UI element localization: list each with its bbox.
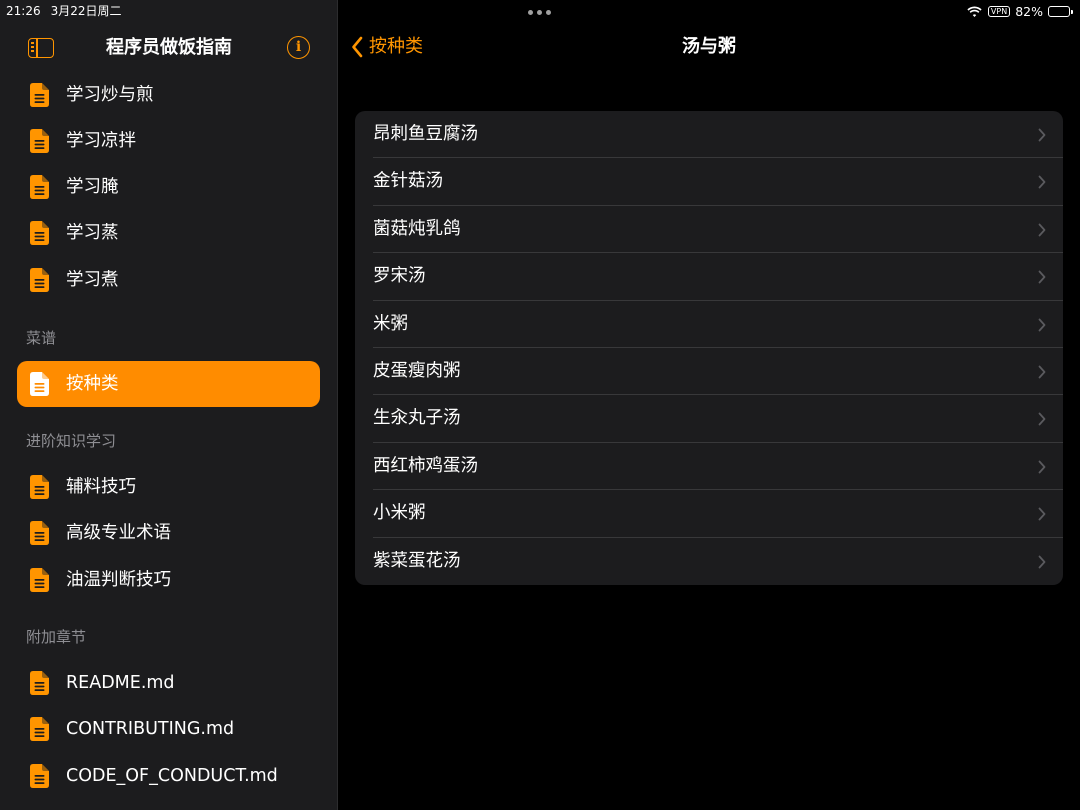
list-item[interactable]: 西红柿鸡蛋汤 bbox=[355, 443, 1063, 491]
sidebar-item-label: 油温判断技巧 bbox=[66, 570, 171, 590]
document-icon bbox=[30, 268, 49, 292]
back-button[interactable]: 按种类 bbox=[351, 34, 423, 60]
chevron-right-icon bbox=[1038, 555, 1046, 568]
sidebar-item-label: 学习炒与煎 bbox=[66, 85, 154, 105]
document-icon bbox=[30, 521, 49, 545]
sidebar-item-label: 高级专业术语 bbox=[66, 523, 171, 543]
wifi-icon bbox=[967, 6, 982, 17]
info-icon[interactable]: i bbox=[287, 36, 310, 59]
list-item[interactable]: 紫菜蛋花汤 bbox=[355, 538, 1063, 585]
sidebar-item-label: 学习凉拌 bbox=[66, 131, 136, 151]
document-icon bbox=[30, 83, 49, 107]
sidebar-item[interactable]: 学习腌 bbox=[17, 164, 320, 210]
sidebar-item[interactable]: CONTRIBUTING.md bbox=[17, 706, 320, 752]
document-icon bbox=[30, 568, 49, 592]
sidebar-section-header: 进阶知识学习 bbox=[26, 432, 117, 450]
list-item[interactable]: 皮蛋瘦肉粥 bbox=[355, 348, 1063, 396]
back-button-label: 按种类 bbox=[369, 36, 423, 57]
status-time: 21:26 bbox=[6, 4, 41, 18]
chevron-right-icon bbox=[1038, 223, 1046, 237]
document-icon bbox=[30, 372, 49, 396]
battery-icon bbox=[1048, 6, 1073, 17]
list-item-label: 小米粥 bbox=[373, 503, 426, 524]
chevron-right-icon bbox=[1038, 128, 1046, 142]
sidebar-item-label: 按种类 bbox=[66, 374, 119, 394]
list-item[interactable]: 昂刺鱼豆腐汤 bbox=[355, 111, 1063, 159]
list-item[interactable]: 生汆丸子汤 bbox=[355, 395, 1063, 443]
sidebar-item[interactable]: 高级专业术语 bbox=[17, 510, 320, 556]
sidebar-item[interactable]: 学习煮 bbox=[17, 257, 320, 303]
status-bar-left: 21:26 3月22日周二 bbox=[6, 3, 132, 19]
chevron-right-icon bbox=[1038, 412, 1046, 426]
list-item-label: 米粥 bbox=[373, 313, 408, 334]
chevron-right-icon bbox=[1038, 318, 1046, 331]
sidebar-item-label: 学习蒸 bbox=[66, 223, 119, 243]
list-item-label: 紫菜蛋花汤 bbox=[373, 550, 461, 571]
app-window: 21:26 3月22日周二 程序员做饭指南 i 学习炒与煎学习凉拌学习腌学习蒸学习… bbox=[0, 0, 1080, 810]
list-item-label: 菌菇炖乳鸽 bbox=[373, 218, 461, 239]
status-bar-right: VPN 82% bbox=[967, 3, 1073, 19]
list-item-label: 皮蛋瘦肉粥 bbox=[373, 360, 461, 381]
list-item-label: 金针菇汤 bbox=[373, 171, 443, 192]
sidebar-item[interactable]: 学习炒与煎 bbox=[17, 72, 320, 118]
list-item-label: 生汆丸子汤 bbox=[373, 408, 461, 429]
document-icon bbox=[30, 671, 49, 695]
list-item[interactable]: 菌菇炖乳鸽 bbox=[355, 206, 1063, 254]
sidebar-section-header: 附加章节 bbox=[26, 628, 87, 646]
detail-pane: VPN 82% 按种类 汤与粥 昂刺鱼豆腐汤 金针菇汤菌菇炖乳鸽罗宋汤米粥皮蛋瘦肉粥… bbox=[339, 0, 1080, 810]
sidebar-item[interactable]: 学习蒸 bbox=[17, 210, 320, 256]
chevron-left-icon bbox=[352, 36, 363, 58]
list-item-label: 西红柿鸡蛋汤 bbox=[373, 455, 478, 476]
list-item-label: 罗宋汤 bbox=[373, 266, 426, 287]
chevron-right-icon bbox=[1038, 365, 1046, 379]
list-item[interactable]: 米粥 bbox=[355, 301, 1063, 348]
sidebar-item-label: README.md bbox=[66, 673, 175, 693]
vpn-badge: VPN bbox=[987, 6, 1011, 17]
sidebar-section-header: 菜谱 bbox=[26, 329, 57, 347]
document-icon bbox=[30, 475, 49, 499]
sidebar-item[interactable]: 按种类 bbox=[17, 361, 320, 407]
document-icon bbox=[30, 221, 49, 245]
sidebar-item[interactable]: README.md bbox=[17, 660, 320, 706]
sidebar-toggle-icon[interactable] bbox=[28, 38, 54, 58]
document-icon bbox=[30, 764, 49, 788]
sidebar-item[interactable]: 油温判断技巧 bbox=[17, 557, 320, 603]
sidebar-item[interactable]: CODE_OF_CONDUCT.md bbox=[17, 753, 320, 799]
list-item[interactable]: 小米粥 bbox=[355, 490, 1063, 538]
chevron-right-icon bbox=[1038, 175, 1046, 189]
sidebar-item-label: 学习腌 bbox=[66, 177, 119, 197]
list-item-label: 昂刺鱼豆腐汤 bbox=[373, 124, 478, 144]
sidebar: 21:26 3月22日周二 程序员做饭指南 i 学习炒与煎学习凉拌学习腌学习蒸学习… bbox=[0, 0, 338, 810]
sidebar-item-label: CODE_OF_CONDUCT.md bbox=[66, 766, 278, 786]
sidebar-item-label: CONTRIBUTING.md bbox=[66, 719, 235, 739]
sidebar-item-label: 学习煮 bbox=[66, 270, 119, 290]
battery-percentage: 82% bbox=[1015, 3, 1043, 19]
sidebar-item[interactable]: 辅料技巧 bbox=[17, 464, 320, 510]
sidebar-nav-bar: 程序员做饭指南 i bbox=[0, 26, 337, 72]
chevron-right-icon bbox=[1038, 507, 1046, 521]
multitasking-dots-icon[interactable] bbox=[528, 10, 552, 16]
document-icon bbox=[30, 175, 49, 199]
chevron-right-icon bbox=[1038, 270, 1046, 284]
list-item[interactable]: 罗宋汤 bbox=[355, 253, 1063, 301]
status-date: 3月22日周二 bbox=[50, 4, 122, 18]
recipe-list: 昂刺鱼豆腐汤 金针菇汤菌菇炖乳鸽罗宋汤米粥皮蛋瘦肉粥生汆丸子汤西红柿鸡蛋汤 小米粥紫… bbox=[355, 111, 1063, 585]
chevron-right-icon bbox=[1038, 460, 1046, 474]
document-icon bbox=[30, 129, 49, 153]
sidebar-item-label: 辅料技巧 bbox=[66, 477, 136, 497]
page-title: 汤与粥 bbox=[682, 36, 736, 57]
list-item[interactable]: 金针菇汤 bbox=[355, 158, 1063, 206]
sidebar-title: 程序员做饭指南 bbox=[106, 37, 232, 58]
sidebar-item[interactable]: 学习凉拌 bbox=[17, 118, 320, 164]
document-icon bbox=[30, 717, 49, 741]
